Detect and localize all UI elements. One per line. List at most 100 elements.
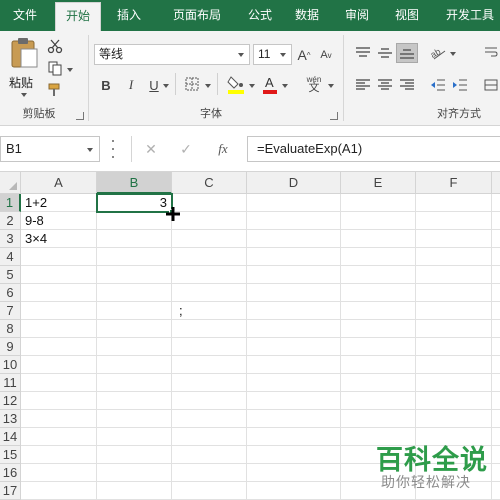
row-header-11[interactable]: 11 (0, 374, 21, 392)
cancel-icon[interactable]: ✕ (141, 139, 161, 159)
tab-developer[interactable]: 开发工具 (440, 0, 500, 31)
cell-a1[interactable]: 1+2 (22, 194, 96, 212)
borders-icon[interactable] (183, 75, 201, 93)
ribbon-tab-bar: 文件 开始 插入 页面布局 公式 数据 审阅 视图 开发工具 (0, 0, 500, 31)
column-header-e[interactable]: E (341, 172, 416, 194)
shrink-font-button[interactable]: Av (318, 45, 334, 65)
grow-font-button[interactable]: A ^ (296, 45, 312, 65)
orientation-dropdown-arrow[interactable] (450, 52, 456, 56)
formula-input[interactable]: =EvaluateExp(A1) (247, 136, 500, 162)
row-header-10[interactable]: 10 (0, 356, 21, 374)
fill-color-icon[interactable] (226, 73, 246, 95)
merge-center-icon[interactable] (482, 75, 500, 95)
font-size-combo[interactable]: 11 (253, 44, 292, 65)
select-all-corner[interactable] (0, 172, 21, 194)
copy-icon[interactable] (46, 59, 64, 77)
wrap-text-icon[interactable] (482, 43, 500, 63)
fill-color-dropdown-arrow[interactable] (249, 84, 255, 88)
paste-button[interactable]: 粘贴 (6, 37, 42, 97)
row-header-9[interactable]: 9 (0, 338, 21, 356)
cell-selection-box (96, 193, 173, 213)
row-header-16[interactable]: 16 (0, 464, 21, 482)
ribbon: 粘贴 剪贴板 等线 11 A ^ Av B I U A wén 文 字体 ab … (0, 31, 500, 126)
format-painter-icon[interactable] (46, 81, 64, 99)
font-color-dropdown-arrow[interactable] (282, 84, 288, 88)
enter-icon[interactable]: ✓ (176, 139, 196, 159)
row-header-4[interactable]: 4 (0, 248, 21, 266)
gridline (21, 355, 500, 356)
phonetic-dropdown-arrow[interactable] (328, 84, 334, 88)
name-box[interactable]: B1 (0, 136, 100, 162)
cut-icon[interactable] (46, 37, 64, 55)
column-header-f[interactable]: F (416, 172, 492, 194)
row-header-12[interactable]: 12 (0, 392, 21, 410)
column-header-d[interactable]: D (247, 172, 341, 194)
row-header-17[interactable]: 17 (0, 482, 21, 500)
tab-home[interactable]: 开始 (55, 2, 101, 31)
gridline (21, 373, 500, 374)
font-name-value: 等线 (99, 47, 124, 61)
top-align-icon[interactable] (352, 43, 374, 63)
increase-indent-icon[interactable] (450, 75, 470, 95)
row-header-13[interactable]: 13 (0, 410, 21, 428)
paste-dropdown-arrow[interactable] (21, 93, 27, 97)
column-header-a[interactable]: A (21, 172, 97, 194)
formula-bar: B1 ✕ ✓ fx =EvaluateExp(A1) (0, 126, 500, 172)
row-header-6[interactable]: 6 (0, 284, 21, 302)
copy-dropdown-arrow[interactable] (67, 68, 73, 72)
orientation-icon[interactable]: ab (428, 43, 448, 63)
row-header-15[interactable]: 15 (0, 446, 21, 464)
font-size-dropdown-arrow[interactable] (280, 53, 286, 57)
underline-dropdown-arrow[interactable] (163, 84, 169, 88)
column-header-partial[interactable] (492, 172, 500, 194)
row-header-1[interactable]: 1 (0, 194, 21, 212)
font-name-combo[interactable]: 等线 (94, 44, 250, 65)
bottom-align-icon[interactable] (396, 43, 418, 63)
divider (217, 73, 218, 95)
column-header-c[interactable]: C (172, 172, 247, 194)
phonetic-guide-icon[interactable]: wén 文 (303, 73, 325, 95)
divider (343, 35, 344, 121)
formula-bar-grip-icon[interactable] (112, 140, 115, 158)
gridline (96, 194, 97, 500)
tab-page-layout[interactable]: 页面布局 (157, 0, 237, 31)
row-header-5[interactable]: 5 (0, 266, 21, 284)
cell-a2[interactable]: 9-8 (22, 212, 96, 230)
gridline (21, 337, 500, 338)
cell-c7[interactable]: ; (176, 302, 206, 320)
column-header-b[interactable]: B (97, 172, 172, 194)
decrease-indent-icon[interactable] (428, 75, 448, 95)
grow-font-label: A (297, 47, 307, 63)
tab-formulas[interactable]: 公式 (237, 0, 283, 31)
underline-button[interactable]: U (146, 75, 162, 95)
clipboard-dialog-launcher-icon[interactable] (76, 112, 84, 120)
align-right-icon[interactable] (396, 75, 418, 95)
name-box-dropdown-arrow[interactable] (87, 148, 93, 152)
select-all-triangle-icon (9, 182, 17, 190)
alignment-group-label: 对齐方式 (437, 108, 481, 120)
tab-insert[interactable]: 插入 (107, 0, 151, 31)
row-header-3[interactable]: 3 (0, 230, 21, 248)
tab-file[interactable]: 文件 (0, 0, 50, 31)
align-left-icon[interactable] (352, 75, 374, 95)
borders-dropdown-arrow[interactable] (205, 84, 211, 88)
middle-align-icon[interactable] (374, 43, 396, 63)
font-name-dropdown-arrow[interactable] (238, 53, 244, 57)
bold-button[interactable]: B (98, 75, 114, 95)
insert-function-icon[interactable]: fx (212, 139, 234, 159)
tab-review[interactable]: 审阅 (334, 0, 380, 31)
row-header-2[interactable]: 2 (0, 212, 21, 230)
clipboard-group-label: 剪贴板 (22, 108, 56, 120)
row-header-8[interactable]: 8 (0, 320, 21, 338)
row-header-14[interactable]: 14 (0, 428, 21, 446)
fill-crosshair-cursor-icon (166, 207, 180, 221)
row-header-7[interactable]: 7 (0, 302, 21, 320)
cell-a3[interactable]: 3×4 (22, 230, 96, 248)
tab-view[interactable]: 视图 (384, 0, 430, 31)
font-dialog-launcher-icon[interactable] (330, 112, 338, 120)
italic-button[interactable]: I (123, 75, 139, 95)
tab-data[interactable]: 数据 (284, 0, 330, 31)
font-color-icon[interactable]: A (261, 73, 279, 95)
align-center-icon[interactable] (374, 75, 396, 95)
gridline (340, 194, 341, 500)
